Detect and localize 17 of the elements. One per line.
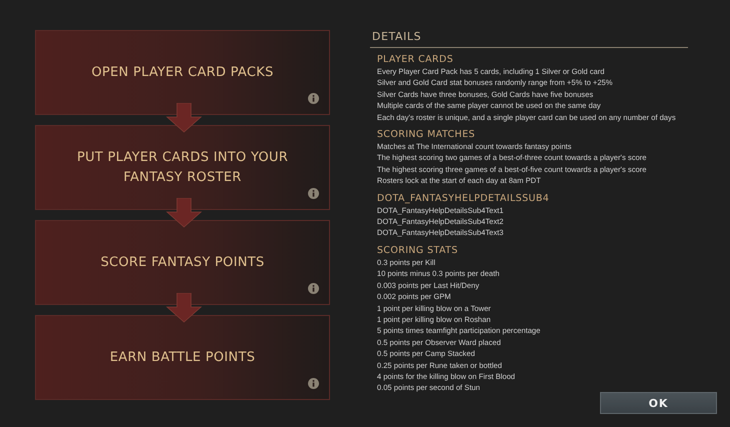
info-icon[interactable] <box>308 93 319 104</box>
info-icon[interactable] <box>308 378 319 389</box>
section-heading: SCORING MATCHES <box>377 129 476 140</box>
step-label: SCORE FANTASY POINTS <box>100 254 266 272</box>
step-label: EARN BATTLE POINTS <box>108 348 256 366</box>
details-title: DETAILS <box>370 30 688 48</box>
section-heading: PLAYER CARDS <box>377 54 454 65</box>
section-heading: SCORING STATS <box>377 244 459 256</box>
step-label: OPEN PLAYER CARD PACKS <box>90 64 274 82</box>
info-icon[interactable] <box>308 188 319 199</box>
ok-button[interactable]: OK <box>600 392 717 414</box>
info-icon[interactable] <box>308 283 319 294</box>
section-heading: DOTA_FANTASYHELPDETAILSSUB4 <box>377 192 550 204</box>
down-arrow-icon <box>166 103 202 133</box>
down-arrow-icon <box>166 198 202 228</box>
step-label: PUT PLAYER CARDS INTO YOUR FANTASY ROSTER <box>76 148 290 186</box>
down-arrow-icon <box>166 293 202 323</box>
